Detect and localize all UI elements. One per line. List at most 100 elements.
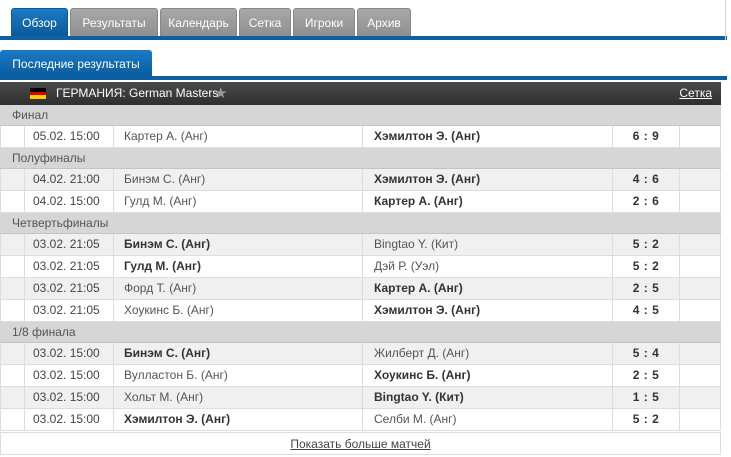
tab-results[interactable]: Результаты	[70, 8, 158, 36]
tab-archive[interactable]: Архив	[357, 8, 411, 36]
tab-bracket[interactable]: Сетка	[239, 8, 291, 36]
match-score: 4 : 6	[612, 169, 679, 190]
row-marker-cell	[0, 365, 24, 386]
match-row[interactable]: 03.02. 15:00 Бинэм С. (Анг) Жилберт Д. (Ан…	[0, 343, 721, 365]
row-extra-cell	[679, 126, 721, 147]
away-player: Хоукинс Б. (Анг)	[362, 365, 612, 386]
star-icon[interactable]: ★	[214, 85, 227, 102]
away-player: Хэмилтон Э. (Анг)	[362, 126, 612, 147]
match-row[interactable]: 03.02. 21:05 Гулд М. (Анг) Дэй Р. (Уэл) 5 :…	[0, 256, 721, 278]
row-extra-cell	[679, 278, 721, 299]
row-marker-cell	[0, 343, 24, 364]
row-marker-cell	[0, 234, 24, 255]
tab-calendar[interactable]: Календарь	[160, 8, 237, 36]
league-header: ГЕРМАНИЯ: German Masters ★ Сетка	[0, 82, 721, 105]
match-time: 03.02. 15:00	[24, 409, 113, 430]
away-player: Жилберт Д. (Анг)	[362, 343, 612, 364]
row-marker-cell	[0, 278, 24, 299]
home-player: Бинэм С. (Анг)	[113, 343, 362, 364]
away-player: Картер А. (Анг)	[362, 191, 612, 212]
match-row[interactable]: 03.02. 15:00 Хольт М. (Анг) Bingtao Y. (Ки…	[0, 387, 721, 409]
match-time: 04.02. 21:00	[24, 169, 113, 190]
match-time: 03.02. 15:00	[24, 387, 113, 408]
tab-latest-results[interactable]: Последние результаты	[0, 50, 152, 78]
match-score: 1 : 5	[612, 387, 679, 408]
match-row[interactable]: 03.02. 15:00 Вулластон Б. (Анг) Хоукинс Б.…	[0, 365, 721, 387]
row-extra-cell	[679, 256, 721, 277]
row-marker-cell	[0, 256, 24, 277]
row-extra-cell	[679, 169, 721, 190]
bracket-link[interactable]: Сетка	[679, 82, 712, 105]
tabs-underline	[0, 36, 727, 40]
match-score: 2 : 6	[612, 191, 679, 212]
match-row[interactable]: 05.02. 15:00 Картер А. (Анг) Хэмилтон Э. (…	[0, 126, 721, 148]
match-score: 5 : 4	[612, 343, 679, 364]
match-score: 5 : 2	[612, 409, 679, 430]
match-row[interactable]: 03.02. 21:05 Хоукинс Б. (Анг) Хэмилтон Э. …	[0, 300, 721, 322]
stage-header: Четвертьфиналы	[0, 213, 721, 234]
frame-border	[723, 0, 726, 40]
match-score: 2 : 5	[612, 365, 679, 386]
match-time: 04.02. 15:00	[24, 191, 113, 212]
show-more-bar: Показать больше матчей	[0, 432, 721, 455]
match-score: 6 : 9	[612, 126, 679, 147]
match-row[interactable]: 03.02. 15:00 Хэмилтон Э. (Анг) Селби М. (А…	[0, 409, 721, 431]
match-time: 03.02. 21:05	[24, 234, 113, 255]
away-player: Bingtao Y. (Кит)	[362, 387, 612, 408]
match-time: 03.02. 15:00	[24, 343, 113, 364]
top-tabs: Обзор Результаты Календарь Сетка Игроки …	[0, 0, 731, 40]
stage-header: Финал	[0, 105, 721, 126]
results-table: Финал 05.02. 15:00 Картер А. (Анг) Хэмилтон…	[0, 105, 721, 431]
stage-header: 1/8 финала	[0, 322, 721, 343]
row-extra-cell	[679, 191, 721, 212]
away-player: Bingtao Y. (Кит)	[362, 234, 612, 255]
row-extra-cell	[679, 409, 721, 430]
away-player: Хэмилтон Э. (Анг)	[362, 169, 612, 190]
row-marker-cell	[0, 387, 24, 408]
row-extra-cell	[679, 300, 721, 321]
tab-players[interactable]: Игроки	[293, 8, 355, 36]
match-score: 4 : 5	[612, 300, 679, 321]
subtab-underline	[0, 76, 727, 80]
away-player: Селби М. (Анг)	[362, 409, 612, 430]
match-row[interactable]: 04.02. 21:00 Бинэм С. (Анг) Хэмилтон Э. (А…	[0, 169, 721, 191]
show-more-link[interactable]: Показать больше матчей	[290, 437, 430, 451]
home-player: Картер А. (Анг)	[113, 126, 362, 147]
flag-stripe-gold	[30, 95, 46, 100]
match-time: 05.02. 15:00	[24, 126, 113, 147]
match-time: 03.02. 15:00	[24, 365, 113, 386]
away-player: Дэй Р. (Уэл)	[362, 256, 612, 277]
home-player: Хоукинс Б. (Анг)	[113, 300, 362, 321]
row-marker-cell	[0, 169, 24, 190]
row-marker-cell	[0, 126, 24, 147]
home-player: Хольт М. (Анг)	[113, 387, 362, 408]
tab-overview[interactable]: Обзор	[11, 8, 68, 36]
row-extra-cell	[679, 387, 721, 408]
match-score: 2 : 5	[612, 278, 679, 299]
row-marker-cell	[0, 409, 24, 430]
row-extra-cell	[679, 343, 721, 364]
match-score: 5 : 2	[612, 256, 679, 277]
match-score: 5 : 2	[612, 234, 679, 255]
away-player: Картер А. (Анг)	[362, 278, 612, 299]
match-time: 03.02. 21:05	[24, 300, 113, 321]
match-row[interactable]: 04.02. 15:00 Гулд М. (Анг) Картер А. (Анг)…	[0, 191, 721, 213]
row-marker-cell	[0, 191, 24, 212]
row-extra-cell	[679, 365, 721, 386]
row-marker-cell	[0, 300, 24, 321]
row-extra-cell	[679, 234, 721, 255]
match-row[interactable]: 03.02. 21:05 Форд Т. (Анг) Картер А. (Анг)…	[0, 278, 721, 300]
match-row[interactable]: 03.02. 21:05 Бинэм С. (Анг) Bingtao Y. (Ки…	[0, 234, 721, 256]
home-player: Бинэм С. (Анг)	[113, 169, 362, 190]
away-player: Хэмилтон Э. (Анг)	[362, 300, 612, 321]
league-name: ГЕРМАНИЯ: German Masters	[56, 86, 219, 100]
germany-flag-icon	[30, 88, 46, 100]
home-player: Гулд М. (Анг)	[113, 256, 362, 277]
home-player: Форд Т. (Анг)	[113, 278, 362, 299]
match-time: 03.02. 21:05	[24, 278, 113, 299]
stage-header: Полуфиналы	[0, 148, 721, 169]
home-player: Гулд М. (Анг)	[113, 191, 362, 212]
match-time: 03.02. 21:05	[24, 256, 113, 277]
home-player: Хэмилтон Э. (Анг)	[113, 409, 362, 430]
home-player: Бинэм С. (Анг)	[113, 234, 362, 255]
